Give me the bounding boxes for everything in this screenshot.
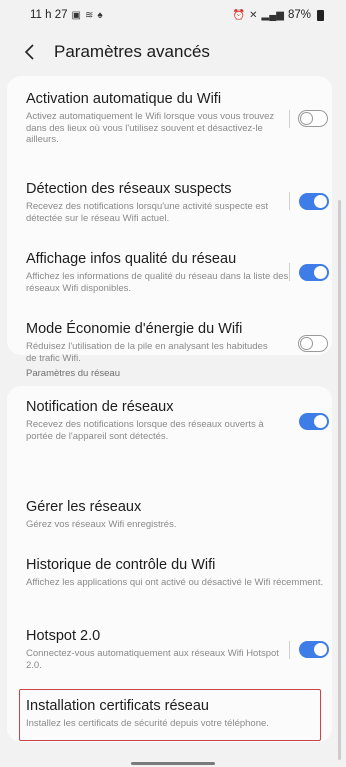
status-right: ⏰ ✕ ▂▄▆ 87% bbox=[233, 9, 324, 21]
item-desc: Affichez les applications qui ont activé… bbox=[26, 577, 324, 588]
auto-wifi-toggle[interactable] bbox=[298, 110, 328, 127]
item-title: Hotspot 2.0 bbox=[26, 628, 101, 644]
list-item-manage-networks[interactable]: Gérer les réseaux Gérez vos réseaux Wifi… bbox=[7, 498, 332, 531]
status-bar: 11 h 27 ▣ ≋ ♠ ⏰ ✕ ▂▄▆ 87% bbox=[0, 0, 346, 30]
section-header-network: Paramètres du réseau bbox=[26, 368, 120, 379]
list-item-power-saving[interactable]: Mode Économie d'énergie du Wifi Réduisez… bbox=[7, 320, 332, 364]
hotspot20-toggle[interactable] bbox=[299, 641, 329, 658]
page-title: Paramètres avancés bbox=[54, 42, 210, 61]
status-time: 11 h 27 bbox=[30, 9, 68, 21]
item-title: Gérer les réseaux bbox=[26, 499, 142, 515]
app-notification-icon: ♠ bbox=[97, 9, 103, 21]
status-left: 11 h 27 ▣ ≋ ♠ bbox=[30, 9, 103, 21]
mute-icon: ✕ bbox=[249, 9, 258, 21]
item-desc: Réduisez l'utilisation de la pile en ana… bbox=[26, 341, 268, 364]
wifi-calling-icon: ≋ bbox=[84, 9, 94, 21]
back-arrow-icon[interactable] bbox=[24, 40, 44, 64]
item-title: Notification de réseaux bbox=[26, 399, 174, 415]
divider bbox=[289, 263, 290, 281]
item-desc: Affichez les informations de qualité du … bbox=[26, 271, 289, 294]
list-item-suspicious-networks[interactable]: Détection des réseaux suspects Recevez d… bbox=[7, 180, 332, 224]
list-item-network-notification[interactable]: Notification de réseaux Recevez des noti… bbox=[7, 398, 332, 442]
item-desc: Recevez des notifications lorsqu'une act… bbox=[26, 201, 269, 224]
list-item-auto-wifi[interactable]: Activation automatique du Wifi Activez a… bbox=[7, 90, 332, 146]
wifi-settings-card: Activation automatique du Wifi Activez a… bbox=[7, 76, 332, 364]
item-title: Mode Économie d'énergie du Wifi bbox=[26, 321, 243, 337]
signal-icon: ▂▄▆ bbox=[261, 9, 284, 21]
item-desc: Activez automatiquement le Wifi lorsque … bbox=[26, 111, 275, 145]
divider bbox=[289, 641, 290, 659]
highlight-box bbox=[19, 689, 321, 741]
battery-icon bbox=[317, 9, 324, 21]
alarm-icon: ⏰ bbox=[232, 9, 246, 21]
item-title: Affichage infos qualité du réseau bbox=[26, 251, 237, 267]
divider bbox=[289, 192, 290, 210]
quality-info-toggle[interactable] bbox=[299, 264, 329, 281]
suspicious-networks-toggle[interactable] bbox=[299, 193, 329, 210]
item-desc: Recevez des notifications lorsque des ré… bbox=[26, 419, 264, 442]
scrollbar[interactable] bbox=[338, 200, 341, 760]
network-notification-toggle[interactable] bbox=[299, 413, 329, 430]
page-header: Paramètres avancés bbox=[0, 34, 346, 70]
item-desc: Gérez vos réseaux Wifi enregistrés. bbox=[26, 519, 177, 530]
item-title: Détection des réseaux suspects bbox=[26, 181, 232, 197]
item-title: Historique de contrôle du Wifi bbox=[26, 557, 216, 573]
item-desc: Connectez-vous automatiquement aux résea… bbox=[26, 648, 279, 671]
item-title: Activation automatique du Wifi bbox=[26, 91, 222, 107]
list-item-wifi-history[interactable]: Historique de contrôle du Wifi Affichez … bbox=[7, 556, 332, 589]
list-item-hotspot20[interactable]: Hotspot 2.0 Connectez-vous automatiqueme… bbox=[7, 627, 332, 671]
list-item-quality-info[interactable]: Affichage infos qualité du réseau Affich… bbox=[7, 250, 332, 294]
gallery-icon: ▣ bbox=[71, 9, 81, 21]
battery-level: 87% bbox=[287, 9, 311, 21]
divider bbox=[289, 110, 290, 128]
power-saving-toggle[interactable] bbox=[298, 335, 328, 352]
home-indicator bbox=[131, 762, 215, 765]
